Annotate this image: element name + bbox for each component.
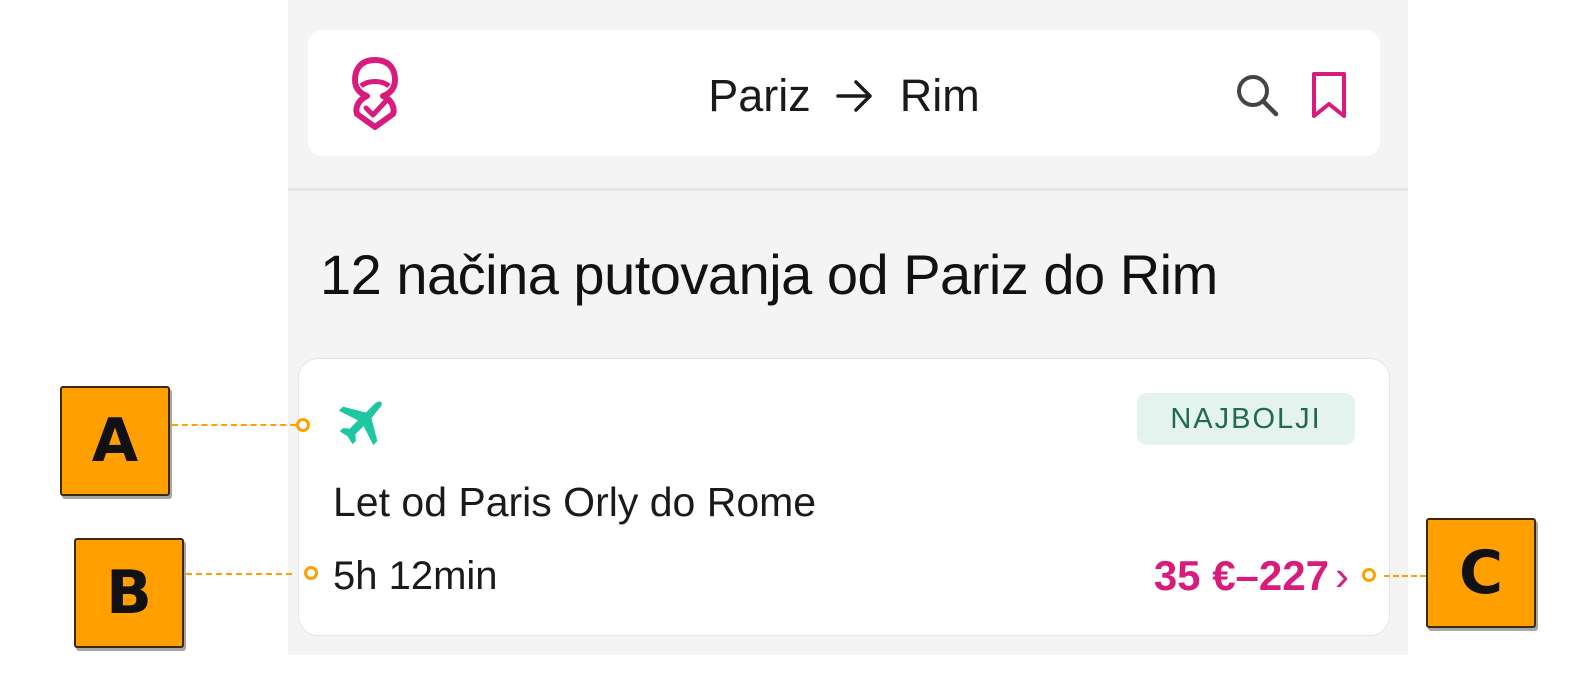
bookmark-icon[interactable] bbox=[1310, 70, 1348, 120]
page-title: 12 načina putovanja od Pariz do Rim bbox=[320, 243, 1218, 306]
arrow-right-icon bbox=[836, 80, 873, 112]
callout-b: B bbox=[74, 538, 184, 648]
price-range: 35 €–227 bbox=[1153, 552, 1329, 599]
top-bar: Pariz Rim bbox=[308, 30, 1380, 156]
callout-b-leader bbox=[186, 573, 292, 575]
search-icon[interactable] bbox=[1234, 72, 1280, 118]
origin-label: Pariz bbox=[708, 70, 811, 122]
app-panel: Pariz Rim 12 načina putovanja od Pariz d… bbox=[288, 0, 1408, 655]
route-option-card[interactable]: NAJBOLJI Let od Paris Orly do Rome 5h 12… bbox=[298, 358, 1390, 636]
divider bbox=[288, 188, 1408, 191]
callout-a-marker bbox=[296, 418, 310, 432]
callout-c: C bbox=[1426, 518, 1536, 628]
destination-label: Rim bbox=[899, 70, 980, 122]
route-title: Pariz Rim bbox=[308, 64, 1380, 125]
duration-text: 5h 12min bbox=[333, 554, 498, 598]
plane-icon bbox=[338, 401, 382, 446]
chevron-right-icon: › bbox=[1335, 552, 1349, 599]
best-badge: NAJBOLJI bbox=[1137, 393, 1355, 445]
price-link[interactable]: 35 €–227 › bbox=[1154, 551, 1349, 601]
callout-a-leader bbox=[172, 424, 296, 426]
callout-c-leader bbox=[1384, 575, 1426, 577]
callout-b-marker bbox=[304, 566, 318, 580]
callout-c-marker bbox=[1362, 568, 1376, 582]
route-title-text: Let od Paris Orly do Rome bbox=[333, 479, 817, 525]
callout-a: A bbox=[60, 386, 170, 496]
